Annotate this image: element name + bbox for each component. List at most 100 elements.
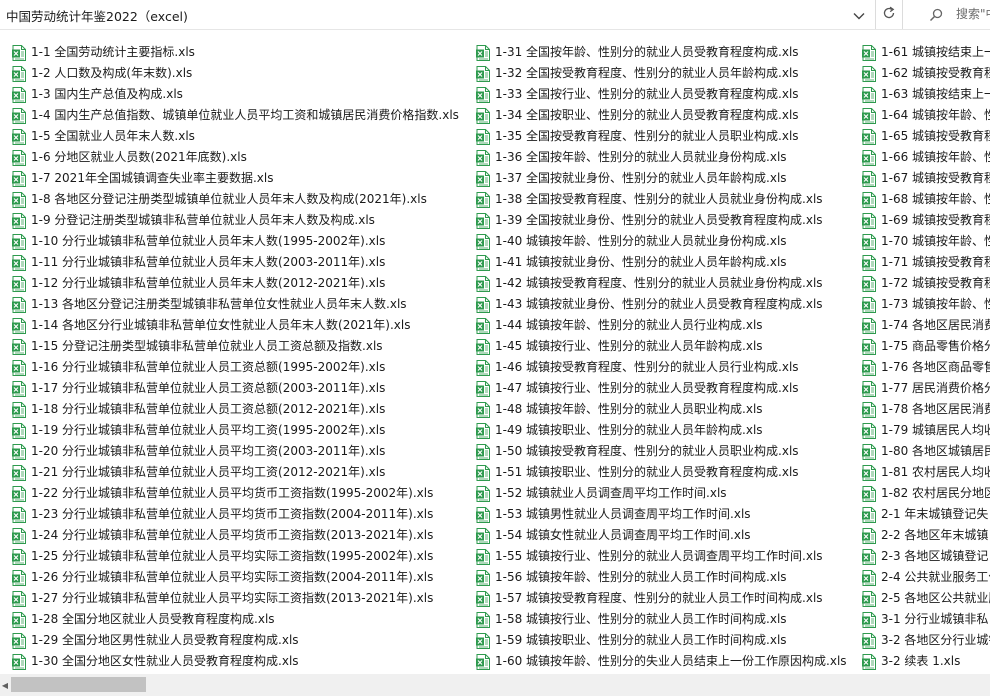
file-item[interactable]: 1-44 城镇按年龄、性别分的就业人员行业构成.xls xyxy=(476,315,858,336)
file-item[interactable]: 1-80 各地区城镇居民 xyxy=(862,441,990,462)
file-item[interactable]: 1-22 分行业城镇非私营单位就业人员平均货币工资指数(1995-2002年).… xyxy=(12,483,472,504)
file-item[interactable]: 1-67 城镇按受教育程 xyxy=(862,168,990,189)
file-item[interactable]: 1-4 国内生产总值指数、城镇单位就业人员平均工资和城镇居民消费价格指数.xls xyxy=(12,105,472,126)
file-item[interactable]: 2-2 各地区年末城镇 xyxy=(862,525,990,546)
file-item[interactable]: 1-70 城镇按年龄、性 xyxy=(862,231,990,252)
file-item[interactable]: 3-2 续表 1.xls xyxy=(862,651,990,672)
file-item[interactable]: 1-2 人口数及构成(年末数).xls xyxy=(12,63,472,84)
file-item[interactable]: 1-52 城镇就业人员调查周平均工作时间.xls xyxy=(476,483,858,504)
file-item[interactable]: 1-28 全国分地区就业人员受教育程度构成.xls xyxy=(12,609,472,630)
file-item[interactable]: 1-26 分行业城镇非私营单位就业人员平均实际工资指数(2004-2011年).… xyxy=(12,567,472,588)
file-item[interactable]: 1-33 全国按行业、性别分的就业人员受教育程度构成.xls xyxy=(476,84,858,105)
scrollbar-thumb[interactable] xyxy=(11,677,146,692)
file-item[interactable]: 1-74 各地区居民消费 xyxy=(862,315,990,336)
file-item[interactable]: 1-9 分登记注册类型城镇非私营单位就业人员年末人数及构成.xls xyxy=(12,210,472,231)
file-item[interactable]: 3-2 各地区分行业城镇 xyxy=(862,630,990,651)
file-item[interactable]: 1-18 分行业城镇非私营单位就业人员工资总额(2012-2021年).xls xyxy=(12,399,472,420)
file-item[interactable]: 1-12 分行业城镇非私营单位就业人员年末人数(2012-2021年).xls xyxy=(12,273,472,294)
file-name: 1-2 人口数及构成(年末数).xls xyxy=(31,66,193,80)
file-item[interactable]: 1-14 各地区分行业城镇非私营单位女性就业人员年末人数(2021年).xls xyxy=(12,315,472,336)
file-item[interactable]: 1-10 分行业城镇非私营单位就业人员年末人数(1995-2002年).xls xyxy=(12,231,472,252)
file-item[interactable]: 1-40 城镇按年龄、性别分的就业人员就业身份构成.xls xyxy=(476,231,858,252)
file-item[interactable]: 1-21 分行业城镇非私营单位就业人员平均工资(2012-2021年).xls xyxy=(12,462,472,483)
file-item[interactable]: 1-59 城镇按职业、性别分的就业人员工作时间构成.xls xyxy=(476,630,858,651)
file-item[interactable]: 1-49 城镇按职业、性别分的就业人员年龄构成.xls xyxy=(476,420,858,441)
refresh-button[interactable] xyxy=(875,0,903,29)
file-item[interactable]: 3-1 分行业城镇非私 xyxy=(862,609,990,630)
file-item[interactable]: 1-3 国内生产总值及构成.xls xyxy=(12,84,472,105)
file-item[interactable]: 1-35 全国按受教育程度、性别分的就业人员职业构成.xls xyxy=(476,126,858,147)
file-item[interactable]: 1-5 全国就业人员年末人数.xls xyxy=(12,126,472,147)
file-item[interactable]: 1-76 各地区商品零售 xyxy=(862,357,990,378)
file-item[interactable]: 1-27 分行业城镇非私营单位就业人员平均实际工资指数(2013-2021年).… xyxy=(12,588,472,609)
file-item[interactable]: 1-19 分行业城镇非私营单位就业人员平均工资(1995-2002年).xls xyxy=(12,420,472,441)
file-item[interactable]: 2-1 年末城镇登记失 xyxy=(862,504,990,525)
file-item[interactable]: 1-1 全国劳动统计主要指标.xls xyxy=(12,42,472,63)
file-item[interactable]: 1-29 全国分地区男性就业人员受教育程度构成.xls xyxy=(12,630,472,651)
address-path[interactable]: 中国劳动统计年鉴2022（excel) xyxy=(6,6,188,25)
file-item[interactable]: 1-31 全国按年龄、性别分的就业人员受教育程度构成.xls xyxy=(476,42,858,63)
file-item[interactable]: 1-20 分行业城镇非私营单位就业人员平均工资(2003-2011年).xls xyxy=(12,441,472,462)
file-item[interactable]: 1-39 全国按就业身份、性别分的就业人员受教育程度构成.xls xyxy=(476,210,858,231)
file-item[interactable]: 2-4 公共就业服务工作 xyxy=(862,567,990,588)
file-item[interactable]: 1-81 农村居民人均收 xyxy=(862,462,990,483)
file-item[interactable]: 1-6 分地区就业人员数(2021年底数).xls xyxy=(12,147,472,168)
file-item[interactable]: 1-46 城镇按受教育程度、性别分的就业人员行业构成.xls xyxy=(476,357,858,378)
file-item[interactable]: 1-63 城镇按结束上一 xyxy=(862,84,990,105)
file-item[interactable]: 1-78 各地区居民消费 xyxy=(862,399,990,420)
file-item[interactable]: 1-64 城镇按年龄、性 xyxy=(862,105,990,126)
file-item[interactable]: 1-51 城镇按职业、性别分的就业人员受教育程度构成.xls xyxy=(476,462,858,483)
file-item[interactable]: 1-73 城镇按年龄、性 xyxy=(862,294,990,315)
file-item[interactable]: 1-56 城镇按年龄、性别分的就业人员工作时间构成.xls xyxy=(476,567,858,588)
file-item[interactable]: 1-36 全国按年龄、性别分的就业人员就业身份构成.xls xyxy=(476,147,858,168)
file-item[interactable]: 1-55 城镇按行业、性别分的就业人员调查周平均工作时间.xls xyxy=(476,546,858,567)
file-item[interactable]: 1-23 分行业城镇非私营单位就业人员平均货币工资指数(2004-2011年).… xyxy=(12,504,472,525)
file-item[interactable]: 1-77 居民消费价格分 xyxy=(862,378,990,399)
file-item[interactable]: 1-37 全国按就业身份、性别分的就业人员年龄构成.xls xyxy=(476,168,858,189)
file-item[interactable]: 1-42 城镇按受教育程度、性别分的就业人员就业身份构成.xls xyxy=(476,273,858,294)
file-item[interactable]: 1-60 城镇按年龄、性别分的失业人员结束上一份工作原因构成.xls xyxy=(476,651,858,672)
file-item[interactable]: 1-57 城镇按受教育程度、性别分的就业人员工作时间构成.xls xyxy=(476,588,858,609)
file-item[interactable]: 1-41 城镇按就业身份、性别分的就业人员年龄构成.xls xyxy=(476,252,858,273)
file-name: 1-73 城镇按年龄、性 xyxy=(881,297,990,311)
search-input[interactable] xyxy=(956,5,990,23)
file-item[interactable]: 1-50 城镇按受教育程度、性别分的就业人员职业构成.xls xyxy=(476,441,858,462)
file-item[interactable]: 1-24 分行业城镇非私营单位就业人员平均货币工资指数(2013-2021年).… xyxy=(12,525,472,546)
file-item[interactable]: 1-62 城镇按受教育程 xyxy=(862,63,990,84)
search-box[interactable] xyxy=(920,0,990,29)
file-item[interactable]: 1-47 城镇按行业、性别分的就业人员受教育程度构成.xls xyxy=(476,378,858,399)
file-item[interactable]: 1-45 城镇按行业、性别分的就业人员年龄构成.xls xyxy=(476,336,858,357)
file-item[interactable]: 1-58 城镇按行业、性别分的就业人员工作时间构成.xls xyxy=(476,609,858,630)
file-item[interactable]: 1-79 城镇居民人均收 xyxy=(862,420,990,441)
file-item[interactable]: 1-43 城镇按就业身份、性别分的就业人员受教育程度构成.xls xyxy=(476,294,858,315)
file-item[interactable]: 1-38 全国按受教育程度、性别分的就业人员就业身份构成.xls xyxy=(476,189,858,210)
file-item[interactable]: 1-68 城镇按年龄、性 xyxy=(862,189,990,210)
horizontal-scrollbar[interactable]: ◀ xyxy=(0,674,990,696)
file-item[interactable]: 1-75 商品零售价格分 xyxy=(862,336,990,357)
file-item[interactable]: 1-25 分行业城镇非私营单位就业人员平均实际工资指数(1995-2002年).… xyxy=(12,546,472,567)
file-item[interactable]: 1-82 农村居民分地区 xyxy=(862,483,990,504)
address-history-button[interactable] xyxy=(846,0,872,29)
file-item[interactable]: 1-34 全国按职业、性别分的就业人员受教育程度构成.xls xyxy=(476,105,858,126)
file-item[interactable]: 1-15 分登记注册类型城镇非私营单位就业人员工资总额及指数.xls xyxy=(12,336,472,357)
file-item[interactable]: 1-16 分行业城镇非私营单位就业人员工资总额(1995-2002年).xls xyxy=(12,357,472,378)
file-item[interactable]: 1-30 全国分地区女性就业人员受教育程度构成.xls xyxy=(12,651,472,672)
file-item[interactable]: 1-66 城镇按年龄、性 xyxy=(862,147,990,168)
file-item[interactable]: 1-54 城镇女性就业人员调查周平均工作时间.xls xyxy=(476,525,858,546)
file-item[interactable]: 1-61 城镇按结束上一 xyxy=(862,42,990,63)
file-item[interactable]: 1-17 分行业城镇非私营单位就业人员工资总额(2003-2011年).xls xyxy=(12,378,472,399)
file-item[interactable]: 1-7 2021年全国城镇调查失业率主要数据.xls xyxy=(12,168,472,189)
file-item[interactable]: 2-3 各地区城镇登记 xyxy=(862,546,990,567)
file-item[interactable]: 1-11 分行业城镇非私营单位就业人员年末人数(2003-2011年).xls xyxy=(12,252,472,273)
file-item[interactable]: 1-53 城镇男性就业人员调查周平均工作时间.xls xyxy=(476,504,858,525)
file-item[interactable]: 1-69 城镇按受教育程 xyxy=(862,210,990,231)
file-item[interactable]: 2-5 各地区公共就业服 xyxy=(862,588,990,609)
scroll-left-arrow[interactable]: ◀ xyxy=(0,674,10,696)
file-item[interactable]: 1-13 各地区分登记注册类型城镇非私营单位女性就业人员年末人数.xls xyxy=(12,294,472,315)
file-item[interactable]: 1-72 城镇按受教育程 xyxy=(862,273,990,294)
file-item[interactable]: 1-8 各地区分登记注册类型城镇单位就业人员年末人数及构成(2021年).xls xyxy=(12,189,472,210)
file-item[interactable]: 1-48 城镇按年龄、性别分的就业人员职业构成.xls xyxy=(476,399,858,420)
file-item[interactable]: 1-32 全国按受教育程度、性别分的就业人员年龄构成.xls xyxy=(476,63,858,84)
file-item[interactable]: 1-65 城镇按受教育程 xyxy=(862,126,990,147)
file-item[interactable]: 1-71 城镇按受教育程 xyxy=(862,252,990,273)
